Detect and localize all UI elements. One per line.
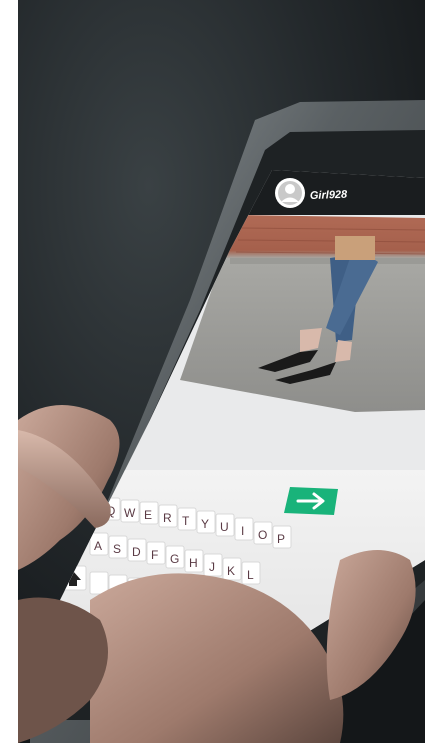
key-f-label: F: [151, 548, 158, 562]
send-button[interactable]: [284, 487, 338, 515]
key-g[interactable]: G: [165, 545, 185, 569]
key-a-label: A: [94, 539, 102, 553]
key-r-label: R: [163, 511, 172, 525]
left-border: [0, 0, 18, 743]
key-d[interactable]: D: [127, 538, 147, 562]
key-o[interactable]: O: [253, 521, 273, 545]
contact-avatar[interactable]: [275, 178, 305, 208]
key-l[interactable]: L: [241, 561, 261, 585]
photo-scene: Girl928 W E R T Y U I O P A S D F G H J …: [0, 0, 425, 743]
key-k-label: K: [227, 564, 235, 578]
key-e[interactable]: E: [139, 501, 159, 525]
key-p[interactable]: P: [272, 525, 292, 549]
key-d-label: D: [132, 545, 141, 559]
key-f[interactable]: F: [146, 541, 166, 565]
avatar-head: [285, 184, 295, 194]
key-u[interactable]: U: [215, 513, 235, 537]
key-a[interactable]: A: [89, 532, 109, 556]
scene-svg: Girl928 W E R T Y U I O P A S D F G H J …: [0, 0, 425, 743]
key-s-label: S: [113, 542, 121, 556]
key-u-label: U: [220, 520, 229, 534]
key-i-label: I: [241, 524, 244, 538]
key-g-label: G: [170, 552, 179, 566]
key-y[interactable]: Y: [196, 510, 216, 534]
key-w-label: W: [124, 506, 136, 520]
key-i[interactable]: I: [234, 517, 254, 541]
contact-name[interactable]: Girl928: [310, 189, 349, 202]
key-t[interactable]: T: [177, 507, 197, 531]
key-t-label: T: [182, 514, 190, 528]
key-y-label: Y: [201, 517, 209, 531]
key-k[interactable]: K: [222, 557, 242, 581]
key-w[interactable]: W: [120, 499, 140, 523]
key-j[interactable]: J: [203, 553, 223, 577]
curb: [230, 258, 425, 264]
key-e-label: E: [144, 508, 152, 522]
key-l-label: L: [247, 568, 254, 582]
top-garment: [335, 236, 375, 260]
key-row3-1[interactable]: [89, 571, 109, 595]
key-o-label: O: [258, 528, 267, 542]
key-j-label: J: [209, 560, 215, 574]
key-h-label: H: [189, 556, 198, 570]
key-h[interactable]: H: [184, 549, 204, 573]
key-r[interactable]: R: [158, 504, 178, 528]
key-s[interactable]: S: [108, 535, 128, 559]
key-p-label: P: [277, 532, 285, 546]
